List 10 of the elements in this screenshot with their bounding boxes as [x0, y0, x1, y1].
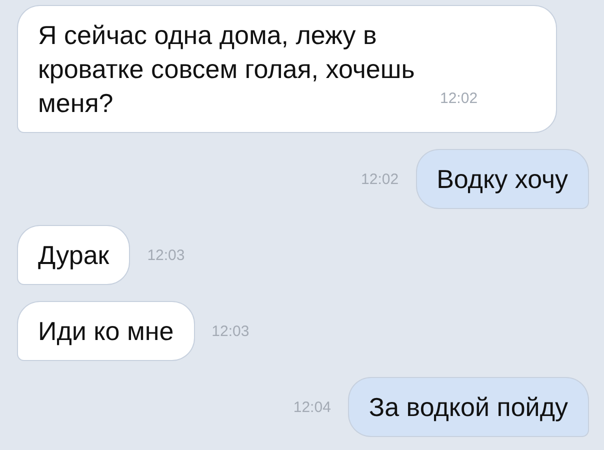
message-time: 12:02 — [361, 170, 399, 188]
message-text: За водкой пойду — [368, 391, 568, 424]
message-time: 12:02 — [440, 89, 478, 109]
message-text: Дурак — [38, 239, 110, 272]
message-text: Я сейчас одна дома, лежу в кроватке совсем голая, хочешь меня? — [38, 19, 416, 120]
message-text: Водку хочу — [436, 163, 568, 196]
message-time: 12:04 — [293, 398, 331, 416]
message-time: 12:03 — [147, 246, 185, 264]
message-time: 12:03 — [212, 322, 250, 340]
message-text: Иди ко мне — [38, 315, 174, 348]
